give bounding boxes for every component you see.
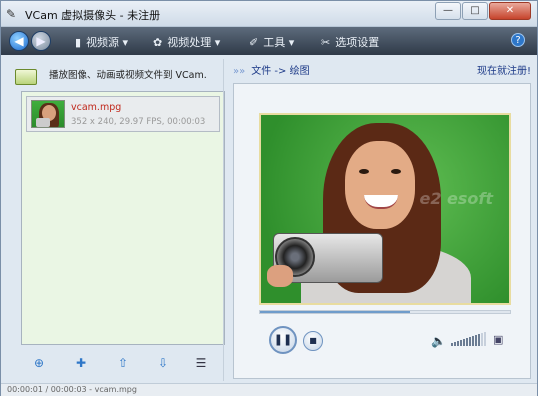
menu-video-source[interactable]: ▮ 视频源 ▾ <box>75 34 128 50</box>
volume-bar <box>469 337 471 346</box>
volume-bar <box>454 342 456 346</box>
title-bar[interactable]: ✎ VCam 虚拟摄像头 - 未注册 — □ ✕ <box>1 1 537 27</box>
window-controls: — □ ✕ <box>434 2 531 20</box>
maximize-button[interactable]: □ <box>462 2 488 20</box>
file-hint-text: 播放图像、动画或视频文件到 VCam. <box>49 70 207 81</box>
help-icon[interactable]: ? <box>511 33 525 47</box>
close-button[interactable]: ✕ <box>489 2 531 20</box>
settings-icon: ✂ <box>321 36 331 49</box>
register-link[interactable]: 现在就注册! <box>477 62 531 77</box>
app-icon: ✎ <box>6 7 17 21</box>
volume-bar <box>481 333 483 346</box>
volume-bar <box>478 334 480 346</box>
volume-slider[interactable] <box>451 332 486 346</box>
app-window: ✎ VCam 虚拟摄像头 - 未注册 — □ ✕ ◀ ▶ ▮ 视频源 ▾ ✿ 视频处… <box>0 0 538 396</box>
menu-options[interactable]: ✂ 选项设置 <box>321 34 379 50</box>
video-thumbnail <box>31 100 65 128</box>
status-bar: 00:00:01 / 00:00:03 - vcam.mpg <box>1 383 537 396</box>
breadcrumb-path: 文件 -> 绘图 <box>251 66 310 77</box>
pane-divider[interactable] <box>223 59 224 381</box>
palette-icon: ✿ <box>153 36 163 49</box>
media-icon <box>15 69 37 85</box>
video-player: e2 esoft ❚❚ ■ 🔈 ▣ <box>233 83 531 379</box>
stop-button[interactable]: ■ <box>303 331 323 351</box>
volume-bar <box>472 336 474 346</box>
file-name: vcam.mpg <box>71 102 122 113</box>
back-button[interactable]: ◀ <box>9 31 29 51</box>
volume-bar <box>466 338 468 346</box>
menu-options-label: 选项设置 <box>335 36 380 49</box>
menu-video-processing-label: 视频处理 ▾ <box>167 36 221 49</box>
playback-controls: ❚❚ ■ 🔈 ▣ <box>259 322 511 362</box>
seek-progress <box>260 311 410 313</box>
move-up-icon[interactable]: ⇧ <box>115 355 131 371</box>
seek-bar[interactable] <box>259 310 511 314</box>
add-folder-icon[interactable]: ⊕ <box>31 355 47 371</box>
list-item[interactable]: vcam.mpg 352 x 240, 29.97 FPS, 00:00:03 <box>26 96 220 132</box>
menu-tools[interactable]: ✐ 工具 ▾ <box>249 34 294 50</box>
pause-button[interactable]: ❚❚ <box>269 326 297 354</box>
volume-bar <box>460 340 462 346</box>
speaker-icon[interactable]: 🔈 <box>431 334 446 348</box>
breadcrumb: »» 文件 -> 绘图 <box>233 62 310 77</box>
toolbar: ◀ ▶ ▮ 视频源 ▾ ✿ 视频处理 ▾ ✐ 工具 ▾ ✂ 选项设置 ? <box>1 27 537 55</box>
file-list[interactable]: vcam.mpg 352 x 240, 29.97 FPS, 00:00:03 <box>21 91 225 345</box>
document-icon: ▮ <box>75 36 82 49</box>
double-chevron-icon: »» <box>233 66 246 77</box>
menu-video-processing[interactable]: ✿ 视频处理 ▾ <box>153 34 220 50</box>
forward-button[interactable]: ▶ <box>31 31 51 51</box>
move-down-icon[interactable]: ⇩ <box>155 355 171 371</box>
file-pane: 播放图像、动画或视频文件到 VCam. vcam.mpg 352 x 240, … <box>7 59 225 379</box>
file-meta: 352 x 240, 29.97 FPS, 00:00:03 <box>71 117 206 127</box>
minimize-button[interactable]: — <box>435 2 461 20</box>
volume-bar <box>451 343 453 346</box>
window-title: VCam 虚拟摄像头 - 未注册 <box>25 9 161 22</box>
video-preview: e2 esoft <box>259 113 511 305</box>
wrench-icon: ✐ <box>249 36 259 49</box>
volume-bar <box>484 332 486 346</box>
list-menu-icon[interactable]: ☰ <box>193 355 209 371</box>
list-toolbar: ⊕ ✚ ⇧ ⇩ ☰ <box>21 351 225 375</box>
monitor-icon[interactable]: ▣ <box>493 333 505 347</box>
menu-video-source-label: 视频源 ▾ <box>86 36 129 49</box>
menu-tools-label: 工具 ▾ <box>263 36 295 49</box>
volume-bar <box>463 339 465 346</box>
volume-bar <box>475 335 477 346</box>
add-file-icon[interactable]: ✚ <box>73 355 89 371</box>
volume-bar <box>457 341 459 346</box>
